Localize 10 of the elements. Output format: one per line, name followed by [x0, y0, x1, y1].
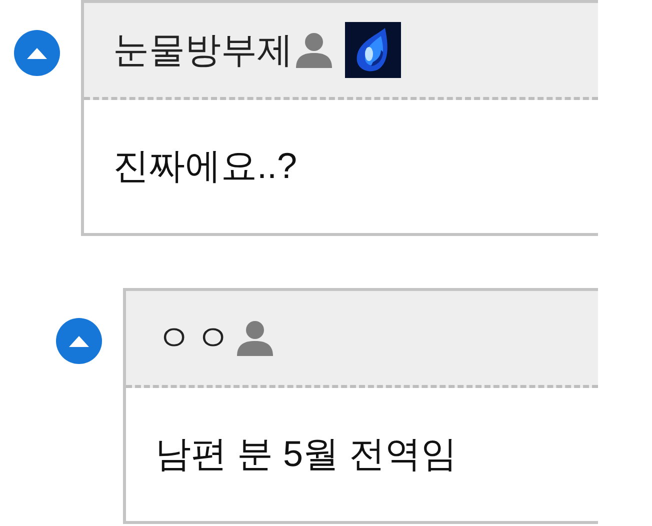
user-icon — [236, 320, 274, 356]
author-name[interactable]: ㅇㅇ — [156, 314, 234, 362]
caret-up-icon — [69, 336, 89, 346]
collapse-button[interactable] — [56, 318, 102, 364]
comment-text: 남편 분 5월 전역임 — [155, 432, 458, 476]
collapse-button[interactable] — [14, 30, 60, 76]
author-name[interactable]: 눈물방부제 — [113, 26, 293, 74]
caret-up-icon — [27, 48, 47, 58]
user-icon — [295, 32, 333, 68]
comment-text: 진짜에요..? — [113, 144, 298, 188]
